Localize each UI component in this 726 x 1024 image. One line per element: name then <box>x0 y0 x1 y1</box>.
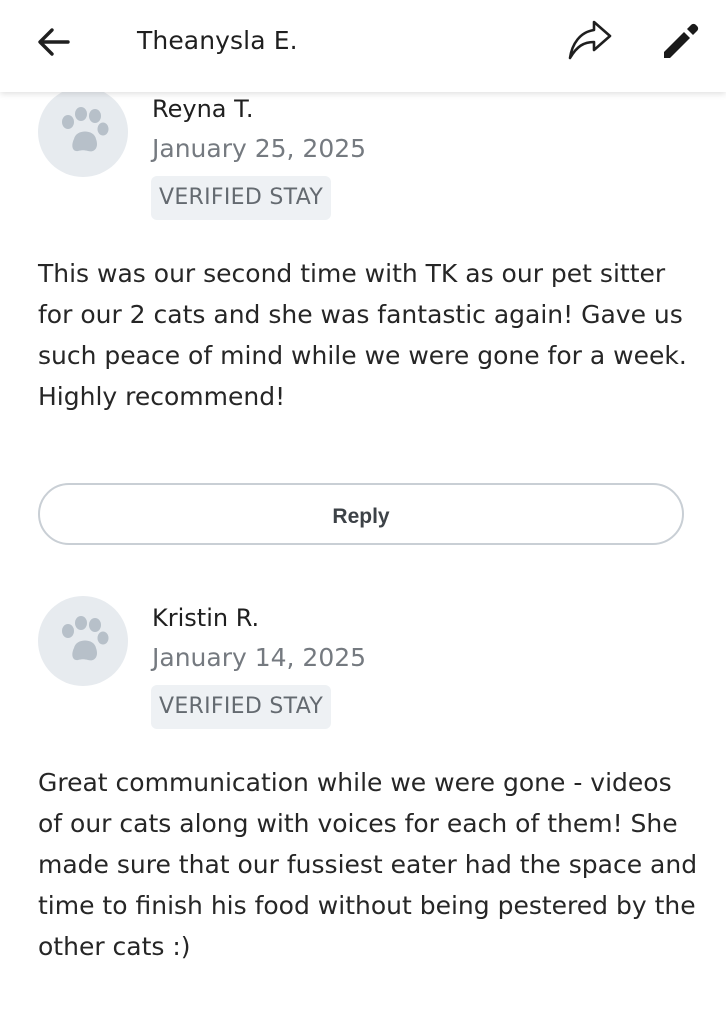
share-button[interactable] <box>564 14 616 66</box>
paw-icon <box>62 616 109 661</box>
reply-button[interactable]: Reply <box>38 483 684 545</box>
reviewer-name: Reyna T. <box>152 95 254 123</box>
share-icon <box>568 20 612 60</box>
avatar <box>38 596 128 686</box>
reviewer-name: Kristin R. <box>152 604 260 632</box>
review-date: January 14, 2025 <box>152 643 367 672</box>
app-header: Theanysla E. <box>0 0 726 92</box>
page-title: Theanysla E. <box>137 26 298 55</box>
edit-button[interactable] <box>656 16 702 62</box>
review-text: Great communication while we were gone -… <box>38 768 698 961</box>
pencil-icon <box>664 23 699 58</box>
review-text: This was our second time with TK as our … <box>38 259 687 411</box>
verified-stay-badge: VERIFIED STAY <box>151 176 332 220</box>
avatar <box>38 87 128 177</box>
arrow-left-icon <box>38 28 70 56</box>
back-button[interactable] <box>34 22 74 62</box>
review-date: January 25, 2025 <box>152 134 367 163</box>
verified-stay-badge: VERIFIED STAY <box>151 685 332 729</box>
paw-icon <box>62 107 109 152</box>
